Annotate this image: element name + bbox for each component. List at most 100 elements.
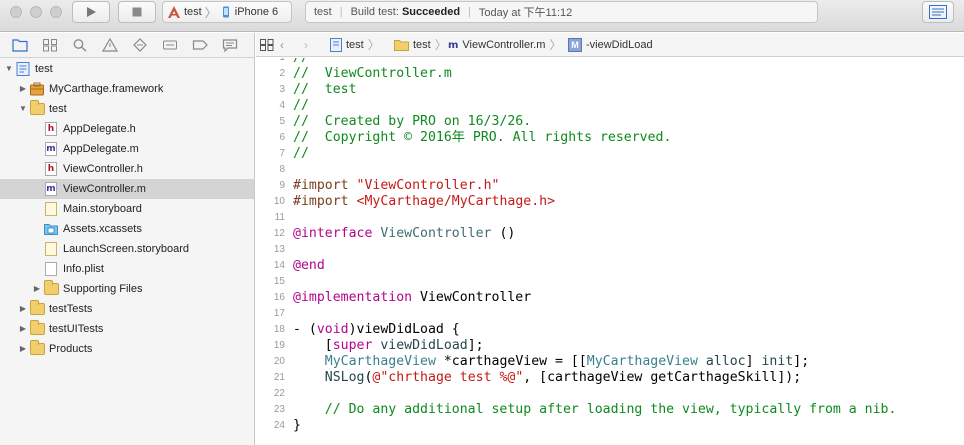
file-tree-row[interactable]: h AppDelegate.h [0, 119, 254, 139]
crumb-group[interactable]: test 〉 [394, 33, 447, 57]
code-token: viewDidLoad [380, 338, 468, 353]
crumb-project[interactable]: test 〉 [330, 33, 380, 57]
file-tree-row[interactable]: ▶ testUITests [0, 319, 254, 339]
back-button[interactable]: ‹ [280, 33, 284, 57]
code-text: @end [293, 258, 325, 274]
code-line[interactable]: 19 [super viewDidLoad]; [256, 338, 964, 354]
standard-editor-button[interactable] [922, 1, 954, 23]
code-line[interactable]: 6 // Copyright © 2016年 PRO. All rights re… [256, 130, 964, 146]
code-line[interactable]: 5 // Created by PRO on 16/3/26. [256, 114, 964, 130]
report-navigator-icon[interactable] [222, 38, 238, 52]
file-tree-label: Supporting Files [63, 283, 143, 295]
code-line[interactable]: 15 [256, 274, 964, 290]
file-tree-row[interactable]: LaunchScreen.storyboard [0, 239, 254, 259]
file-tree-row[interactable]: Info.plist [0, 259, 254, 279]
find-navigator-icon[interactable] [72, 38, 88, 52]
scheme-target: test [184, 6, 202, 18]
file-tree-row[interactable]: ▼ test [0, 99, 254, 119]
file-tree-row[interactable]: ▶ MyCarthage.framework [0, 79, 254, 99]
test-navigator-icon[interactable] [132, 38, 148, 52]
breakpoint-navigator-icon[interactable] [192, 38, 208, 52]
debug-navigator-icon[interactable] [162, 38, 178, 52]
code-text: } [293, 418, 301, 434]
code-line[interactable]: 4 // [256, 98, 964, 114]
crumb-file[interactable]: m ViewController.m 〉 [448, 33, 561, 57]
run-button[interactable] [72, 1, 110, 23]
close-window-button[interactable] [10, 6, 22, 18]
file-tree-row[interactable]: m ViewController.m [0, 179, 254, 199]
file-tree-row[interactable]: ▶ Supporting Files [0, 279, 254, 299]
project-navigator-icon[interactable] [12, 38, 28, 52]
code-line[interactable]: 20 MyCarthageView *carthageView = [[MyCa… [256, 354, 964, 370]
related-items-icon[interactable] [260, 39, 274, 51]
file-tree-label: AppDelegate.h [63, 123, 136, 135]
crumb-method[interactable]: M -viewDidLoad [568, 33, 653, 57]
file-tree-row[interactable]: ▶ testTests [0, 299, 254, 319]
file-tree-row[interactable]: ▼ test [0, 59, 254, 79]
disclosure-closed-icon[interactable]: ▶ [32, 279, 42, 299]
objc-file-icon: m [45, 182, 57, 196]
code-line[interactable]: 3 // test [256, 82, 964, 98]
line-number: 14 [273, 260, 285, 271]
code-line[interactable]: 10 #import <MyCarthage/MyCarthage.h> [256, 194, 964, 210]
file-tree-label: Main.storyboard [63, 203, 142, 215]
stop-button[interactable] [118, 1, 156, 23]
status-project: test [314, 6, 332, 18]
code-line[interactable]: 22 [256, 386, 964, 402]
status-separator: | [468, 6, 471, 18]
chevron-right-icon: 〉 [434, 38, 447, 52]
disclosure-closed-icon[interactable]: ▶ [18, 79, 28, 99]
code-line[interactable]: 7 // [256, 146, 964, 162]
forward-button[interactable]: › [304, 33, 308, 57]
code-line[interactable]: 18 - (void)viewDidLoad { [256, 322, 964, 338]
code-line[interactable]: 8 [256, 162, 964, 178]
file-tree-row[interactable]: Main.storyboard [0, 199, 254, 219]
zoom-window-button[interactable] [50, 6, 62, 18]
code-line[interactable]: 23 // Do any additional setup after load… [256, 402, 964, 418]
source-editor[interactable]: 1 // 2 // ViewController.m 3 // test 4 // 5 // Cr… [256, 58, 964, 445]
line-number: 9 [279, 180, 285, 191]
disclosure-open-icon[interactable]: ▼ [18, 99, 28, 119]
code-token: #import [293, 194, 357, 209]
line-number: 12 [273, 228, 285, 239]
code-line[interactable]: 13 [256, 242, 964, 258]
code-line[interactable]: 17 [256, 306, 964, 322]
issue-navigator-icon[interactable] [102, 38, 118, 52]
file-tree-label: test [35, 63, 53, 75]
code-text: // Copyright © 2016年 PRO. All rights res… [293, 130, 671, 146]
code-line[interactable]: 24} [256, 418, 964, 434]
code-token: , [carthageView getCarthageSkill]); [523, 370, 802, 385]
project-navigator: ▼ test ▶ MyCarthage.framework ▼ test h AppDeleg… [0, 33, 255, 445]
code-line[interactable]: 14 @end [256, 258, 964, 274]
code-token: // [293, 98, 309, 113]
code-line[interactable]: 16 @implementation ViewController [256, 290, 964, 306]
toolbar: test 〉 iPhone 6 test | Build test: Succe… [0, 0, 964, 32]
code-line[interactable]: 9 #import "ViewController.h" [256, 178, 964, 194]
file-tree-row[interactable]: h ViewController.h [0, 159, 254, 179]
code-line[interactable]: 12 @interface ViewController () [256, 226, 964, 242]
symbol-navigator-icon[interactable] [42, 38, 58, 52]
line-number: 17 [273, 308, 285, 319]
disclosure-closed-icon[interactable]: ▶ [18, 319, 28, 339]
status-build-result: Succeeded [401, 6, 461, 18]
scheme-selector[interactable]: test 〉 iPhone 6 [162, 1, 292, 23]
stop-icon [132, 7, 142, 17]
disclosure-closed-icon[interactable]: ▶ [18, 339, 28, 359]
line-number: 11 [274, 212, 285, 223]
code-line[interactable]: 2 // ViewController.m [256, 66, 964, 82]
code-line[interactable]: 11 [256, 210, 964, 226]
disclosure-closed-icon[interactable]: ▶ [18, 299, 28, 319]
device-icon [222, 6, 229, 18]
file-tree-row[interactable]: m AppDelegate.m [0, 139, 254, 159]
file-tree-row[interactable]: ▶ Products [0, 339, 254, 359]
code-token: NSLog [324, 370, 365, 385]
chevron-right-icon: 〉 [367, 38, 380, 52]
file-tree-row[interactable]: Assets.xcassets [0, 219, 254, 239]
minimize-window-button[interactable] [30, 6, 42, 18]
line-number: 3 [279, 84, 285, 95]
code-line[interactable]: 1 // [256, 58, 964, 66]
plist-icon [45, 262, 57, 276]
disclosure-open-icon[interactable]: ▼ [4, 59, 14, 79]
code-line[interactable]: 21 NSLog(@"chrthage test %@", [carthageV… [256, 370, 964, 386]
